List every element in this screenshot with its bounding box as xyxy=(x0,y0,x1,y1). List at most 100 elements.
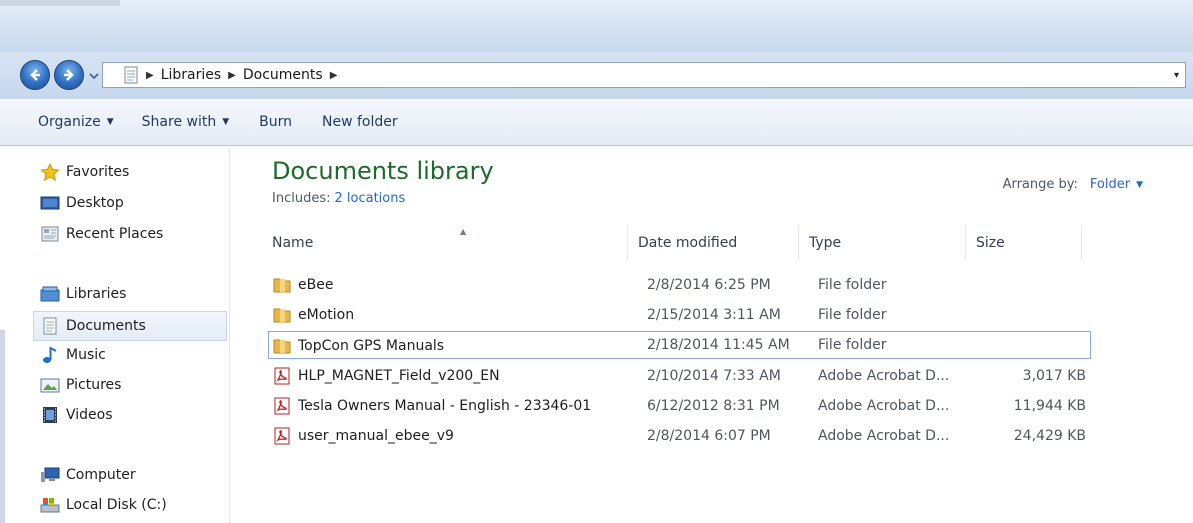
column-header-label: Name xyxy=(272,235,314,251)
file-size: 11,944 KB xyxy=(1013,398,1086,414)
file-name-cell: eMotion xyxy=(270,301,354,329)
videos-icon xyxy=(40,406,60,424)
file-row-tesla-manual[interactable]: Tesla Owners Manual - English - 23346-01… xyxy=(270,392,1090,420)
arrange-by: Arrange by: Folder ▼ xyxy=(1003,177,1143,192)
nav-item-music[interactable]: Music xyxy=(40,346,106,364)
share-with-label: Share with xyxy=(141,114,217,130)
new-folder-label: New folder xyxy=(322,114,398,130)
computer-icon xyxy=(40,466,60,484)
music-icon xyxy=(40,346,60,364)
document-icon xyxy=(40,317,60,335)
recent-pages-button[interactable] xyxy=(88,70,100,82)
file-date: 2/8/2014 6:25 PM xyxy=(647,277,771,293)
file-type: Adobe Acrobat D... xyxy=(818,428,950,444)
share-with-button[interactable]: Share with ▼ xyxy=(134,110,237,134)
includes-locations-link[interactable]: 2 locations xyxy=(334,191,405,206)
nav-item-videos[interactable]: Videos xyxy=(40,406,113,424)
burn-button[interactable]: Burn xyxy=(251,110,300,134)
nav-item-favorites[interactable]: Favorites xyxy=(40,163,129,181)
folder-icon xyxy=(272,306,292,324)
new-folder-button[interactable]: New folder xyxy=(314,110,406,134)
address-dropdown-button[interactable]: ▾ xyxy=(1174,70,1179,81)
burn-label: Burn xyxy=(259,114,293,130)
nav-item-libraries[interactable]: Libraries xyxy=(40,285,126,303)
nav-item-label: Desktop xyxy=(66,195,124,211)
sort-ascending-icon: ▲ xyxy=(460,227,467,236)
left-edge-scrollbar[interactable] xyxy=(0,330,5,523)
nav-item-pictures[interactable]: Pictures xyxy=(40,376,121,394)
file-size: 24,429 KB xyxy=(1013,428,1086,444)
nav-item-label: Videos xyxy=(66,407,113,423)
file-date: 2/8/2014 6:07 PM xyxy=(647,428,771,444)
breadcrumb-libraries[interactable]: Libraries xyxy=(161,67,221,83)
chevron-down-icon[interactable]: ▼ xyxy=(1136,180,1143,190)
breadcrumb: ▶ Libraries ▶ Documents ▶ xyxy=(139,67,344,83)
document-library-icon xyxy=(124,66,138,84)
nav-item-computer[interactable]: Computer xyxy=(40,466,136,484)
file-type: File folder xyxy=(818,307,887,323)
breadcrumb-arrow-icon[interactable]: ▶ xyxy=(330,70,338,81)
pictures-icon xyxy=(40,376,60,394)
file-row-topcon-gps-manuals[interactable]: TopCon GPS Manuals 2/18/2014 11:45 AM Fi… xyxy=(268,331,1091,359)
nav-item-recent-places[interactable]: Recent Places xyxy=(40,225,163,243)
file-date: 6/12/2012 8:31 PM xyxy=(647,398,780,414)
navigation-pane: Favorites Desktop Recent Places Librarie… xyxy=(0,147,230,523)
nav-item-documents[interactable]: Documents xyxy=(33,311,227,341)
file-type: Adobe Acrobat D... xyxy=(818,368,950,384)
forward-button[interactable] xyxy=(54,60,84,90)
chevron-down-icon: ▼ xyxy=(106,117,114,127)
nav-item-label: Recent Places xyxy=(66,226,164,242)
file-size xyxy=(976,331,1086,359)
column-header-type[interactable]: Type xyxy=(799,225,966,261)
file-name: user_manual_ebee_v9 xyxy=(298,428,454,444)
breadcrumb-arrow-icon[interactable]: ▶ xyxy=(228,70,236,81)
nav-item-label: Favorites xyxy=(66,164,130,180)
file-row-emotion[interactable]: eMotion 2/15/2014 3:11 AM File folder xyxy=(270,301,1090,329)
nav-item-label: Pictures xyxy=(66,377,122,393)
file-size xyxy=(976,301,1086,329)
file-name-cell: Tesla Owners Manual - English - 23346-01 xyxy=(270,392,591,420)
nav-item-label: Libraries xyxy=(66,286,127,302)
nav-item-local-disk[interactable]: Local Disk (C:) xyxy=(40,496,167,514)
drive-icon xyxy=(40,496,60,514)
file-row-ebee[interactable]: eBee 2/8/2014 6:25 PM File folder xyxy=(270,271,1090,299)
file-list-pane: Documents library Includes: 2 locations A… xyxy=(231,147,1193,523)
pdf-icon xyxy=(272,397,292,415)
nav-item-label: Music xyxy=(66,347,106,363)
file-row-hlp-magnet[interactable]: HLP_MAGNET_Field_v200_EN 2/10/2014 7:33 … xyxy=(270,362,1090,390)
file-type: Adobe Acrobat D... xyxy=(818,398,950,414)
breadcrumb-documents[interactable]: Documents xyxy=(243,67,323,83)
column-header-size[interactable]: Size xyxy=(966,225,1082,261)
window-title-area xyxy=(0,0,1193,52)
file-date: 2/15/2014 3:11 AM xyxy=(647,307,781,323)
file-name-cell: eBee xyxy=(270,271,333,299)
file-name-cell: HLP_MAGNET_Field_v200_EN xyxy=(270,362,500,390)
chevron-down-icon: ▼ xyxy=(222,117,230,127)
nav-item-desktop[interactable]: Desktop xyxy=(40,194,124,212)
breadcrumb-arrow-icon[interactable]: ▶ xyxy=(146,70,154,81)
file-name: Tesla Owners Manual - English - 23346-01 xyxy=(298,398,592,414)
nav-item-label: Computer xyxy=(66,467,136,483)
pdf-icon xyxy=(272,427,292,445)
recent-places-icon xyxy=(40,225,60,243)
address-bar[interactable]: ▶ Libraries ▶ Documents ▶ ▾ xyxy=(102,62,1186,88)
column-header-label: Date modified xyxy=(638,235,738,251)
arrange-by-label: Arrange by: xyxy=(1002,177,1078,192)
organize-label: Organize xyxy=(38,114,101,130)
library-title: Documents library xyxy=(272,157,494,185)
folder-icon xyxy=(272,337,292,355)
column-header-date-modified[interactable]: Date modified xyxy=(628,225,799,261)
back-arrow-icon xyxy=(30,69,40,81)
file-row-user-manual-ebee[interactable]: user_manual_ebee_v9 2/8/2014 6:07 PM Ado… xyxy=(270,422,1090,450)
command-bar: Organize ▼ Share with ▼ Burn New folder xyxy=(0,98,1193,146)
desktop-icon xyxy=(40,194,60,212)
star-icon xyxy=(40,163,60,181)
arrange-by-dropdown[interactable]: Folder xyxy=(1090,177,1130,192)
file-size: 3,017 KB xyxy=(1022,368,1086,384)
back-button[interactable] xyxy=(20,60,50,90)
file-name: HLP_MAGNET_Field_v200_EN xyxy=(298,368,500,384)
organize-button[interactable]: Organize ▼ xyxy=(30,110,122,134)
file-name-cell: user_manual_ebee_v9 xyxy=(270,422,454,450)
address-row: ▶ Libraries ▶ Documents ▶ ▾ xyxy=(0,52,1193,98)
column-header-name[interactable]: Name ▲ xyxy=(262,225,628,261)
